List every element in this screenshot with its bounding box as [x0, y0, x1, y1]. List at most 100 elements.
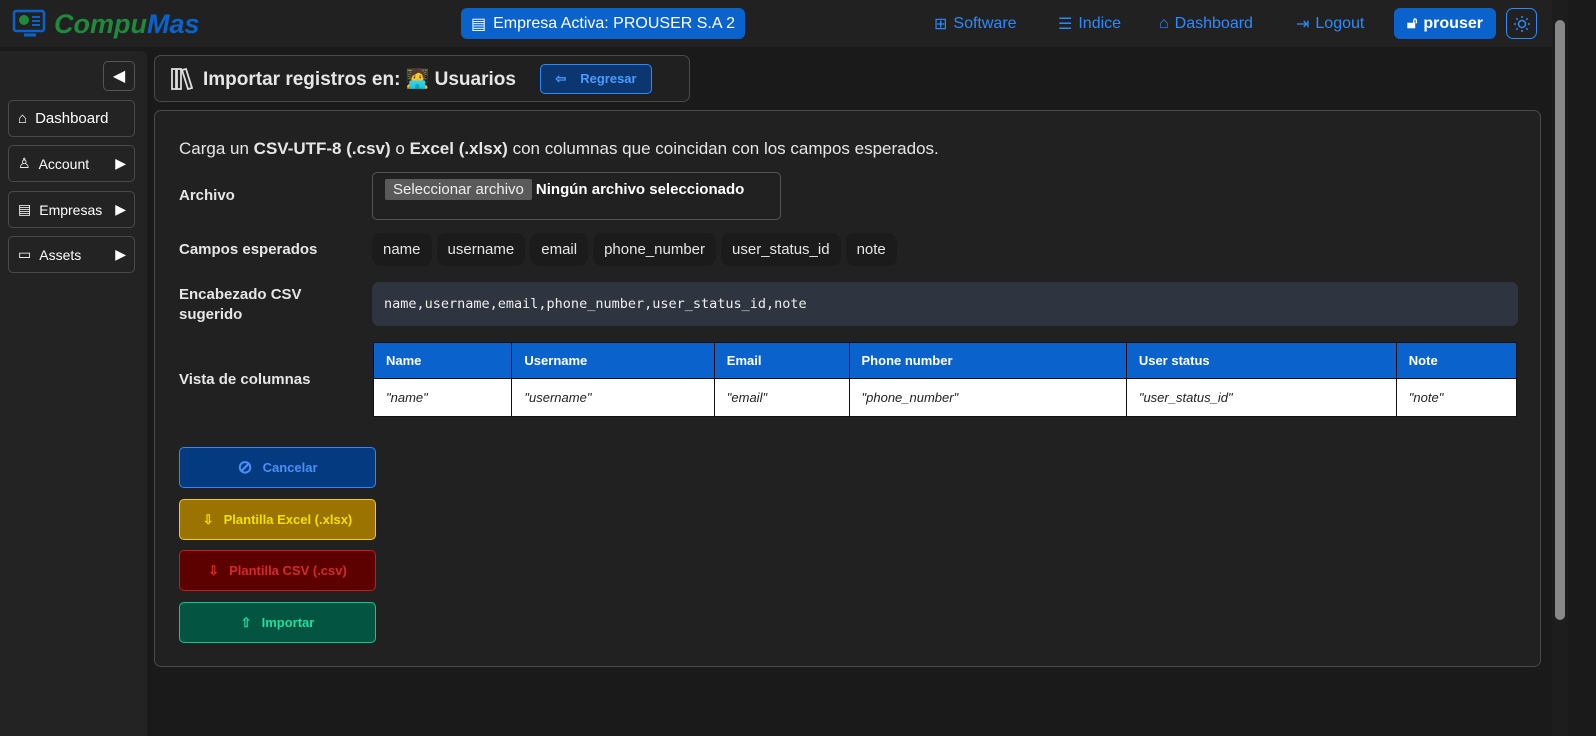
- file-input[interactable]: Seleccionar archivo Ningún archivo selec…: [372, 172, 781, 220]
- nav-software[interactable]: ⊞ Software: [934, 0, 1017, 47]
- intro-text: o: [390, 139, 410, 158]
- logout-icon: ⇥: [1296, 15, 1310, 33]
- table-cell: "name": [372, 378, 513, 417]
- user-menu-button[interactable]: 🔓︎ prouser: [1394, 8, 1496, 39]
- csv-label-line: Encabezado CSV: [179, 286, 302, 303]
- file-status: Ningún archivo seleccionado: [535, 181, 745, 198]
- csv-template-button[interactable]: ⇩ Plantilla CSV (.csv): [179, 550, 376, 591]
- cancel-button[interactable]: ⊘ Cancelar: [179, 447, 376, 488]
- nav-logout[interactable]: ⇥ Logout: [1296, 0, 1364, 47]
- select-file-button[interactable]: Seleccionar archivo: [385, 179, 532, 200]
- button-label: Plantilla Excel (.xlsx): [223, 512, 353, 527]
- file-download-icon: ⇩: [208, 562, 220, 578]
- file-download-icon: ⇩: [202, 511, 214, 527]
- field-chip: email: [530, 233, 589, 266]
- field-chip: name: [372, 233, 432, 266]
- sidebar-item-empresas[interactable]: ▤ Empresas ▶: [8, 191, 135, 228]
- collapse-sidebar-button[interactable]: ◀: [103, 61, 135, 91]
- table-cell: "user_status_id": [1125, 378, 1397, 417]
- software-icon: ⊞: [934, 15, 948, 33]
- devices-icon: ▭: [18, 246, 32, 262]
- ban-icon: ⊘: [237, 457, 253, 477]
- archivo-label: Archivo: [179, 187, 235, 204]
- sidebar-item-dashboard[interactable]: ⌂ Dashboard: [8, 100, 135, 137]
- column-header: Note: [1395, 342, 1518, 379]
- vista-label: Vista de columnas: [179, 371, 311, 388]
- csv-label-line: sugerido: [179, 306, 243, 323]
- campos-label: Campos esperados: [179, 241, 318, 258]
- field-chip: user_status_id: [721, 233, 841, 266]
- sidebar-item-label: Assets: [39, 246, 82, 263]
- column-header: Phone number: [848, 342, 1127, 379]
- table-cell: "phone_number": [848, 378, 1127, 417]
- sidebar: ◀ ⌂ Dashboard ♙ Account ▶ ▤ Empresas ▶ ▭ Asset…: [0, 51, 147, 736]
- nav-indice[interactable]: ☰ Indice: [1058, 0, 1121, 47]
- sidebar-item-label: Account: [38, 155, 90, 172]
- expected-fields: name username email phone_number user_st…: [372, 233, 897, 266]
- arrow-left-icon: ⇦: [555, 70, 567, 86]
- theme-toggle-button[interactable]: [1506, 8, 1537, 39]
- nav-label: Indice: [1078, 14, 1122, 32]
- home-icon: ⌂: [1159, 14, 1169, 32]
- csv-header-label: Encabezado CSV sugerido: [179, 285, 302, 325]
- caret-right-icon: ▶: [115, 246, 126, 262]
- username: prouser: [1423, 14, 1483, 32]
- building-icon: ▤: [18, 201, 32, 217]
- page-header: Importar registros en: 🧑‍💻 Usuarios ⇦ Reg…: [154, 55, 690, 102]
- excel-template-button[interactable]: ⇩ Plantilla Excel (.xlsx): [179, 499, 376, 540]
- building-icon: ▤: [471, 15, 487, 33]
- computer-logo-icon: [12, 9, 46, 37]
- scrollbar-thumb[interactable]: [1555, 20, 1565, 620]
- field-chip: phone_number: [593, 233, 717, 266]
- nav-label: Dashboard: [1174, 14, 1253, 32]
- sun-icon: [1513, 15, 1530, 32]
- sidebar-item-assets[interactable]: ▭ Assets ▶: [8, 236, 135, 273]
- column-header: User status: [1125, 342, 1397, 379]
- table-cell: "username": [511, 378, 715, 417]
- import-button[interactable]: ⇧ Importar: [179, 602, 376, 643]
- caret-left-icon: ◀: [112, 68, 126, 85]
- logo[interactable]: CompuMas: [12, 8, 200, 40]
- active-company-badge[interactable]: ▤ Empresa Activa: PROUSER S.A 2: [461, 8, 745, 39]
- home-icon: ⌂: [18, 110, 28, 127]
- file-upload-icon: ⇧: [240, 614, 252, 630]
- table-cell: "email": [713, 378, 850, 417]
- table-row: "name" "username" "email" "phone_number"…: [372, 378, 1518, 417]
- sidebar-item-account[interactable]: ♙ Account ▶: [8, 145, 135, 182]
- button-label: Cancelar: [262, 460, 318, 475]
- column-header: Email: [713, 342, 850, 379]
- button-label: Importar: [261, 615, 315, 630]
- instructions: Carga un CSV-UTF-8 (.csv) o Excel (.xlsx…: [179, 139, 939, 159]
- caret-right-icon: ▶: [115, 201, 126, 217]
- field-chip: username: [436, 233, 526, 266]
- suggested-csv-header: name,username,email,phone_number,user_st…: [372, 282, 1518, 326]
- books-icon: [171, 67, 193, 90]
- user-icon: ♙: [18, 155, 31, 171]
- scrollbar[interactable]: [1552, 0, 1568, 736]
- page-title: Importar registros en: 🧑‍💻 Usuarios: [203, 68, 516, 90]
- nav-dashboard[interactable]: ⌂ Dashboard: [1159, 0, 1253, 47]
- lock-icon: 🔓︎: [1407, 14, 1418, 32]
- intro-text: Carga un: [179, 139, 254, 158]
- column-header: Username: [511, 342, 715, 379]
- nav-label: Software: [953, 14, 1017, 32]
- back-button[interactable]: ⇦ Regresar: [539, 63, 652, 94]
- nav-label: Logout: [1315, 14, 1365, 32]
- table-cell: "note": [1395, 378, 1518, 417]
- button-label: Plantilla CSV (.csv): [229, 563, 347, 578]
- field-chip: note: [845, 233, 897, 266]
- list-icon: ☰: [1058, 15, 1073, 33]
- intro-text: con columnas que coincidan con los campo…: [507, 139, 939, 158]
- logo-text-compu: Compu: [54, 8, 147, 39]
- logo-text-mas: Mas: [146, 8, 200, 39]
- sidebar-item-label: Dashboard: [35, 110, 109, 127]
- columns-preview-table: Name Username Email Phone number User st…: [372, 342, 1518, 417]
- table-header-row: Name Username Email Phone number User st…: [372, 342, 1518, 379]
- intro-csv: CSV-UTF-8 (.csv): [253, 139, 391, 158]
- column-header: Name: [372, 342, 513, 379]
- intro-excel: Excel (.xlsx): [409, 139, 508, 158]
- active-company-label: Empresa Activa: PROUSER S.A 2: [493, 14, 735, 32]
- caret-right-icon: ▶: [115, 155, 126, 171]
- top-navbar: CompuMas ▤ Empresa Activa: PROUSER S.A 2…: [0, 0, 1552, 47]
- sidebar-item-label: Empresas: [39, 201, 103, 218]
